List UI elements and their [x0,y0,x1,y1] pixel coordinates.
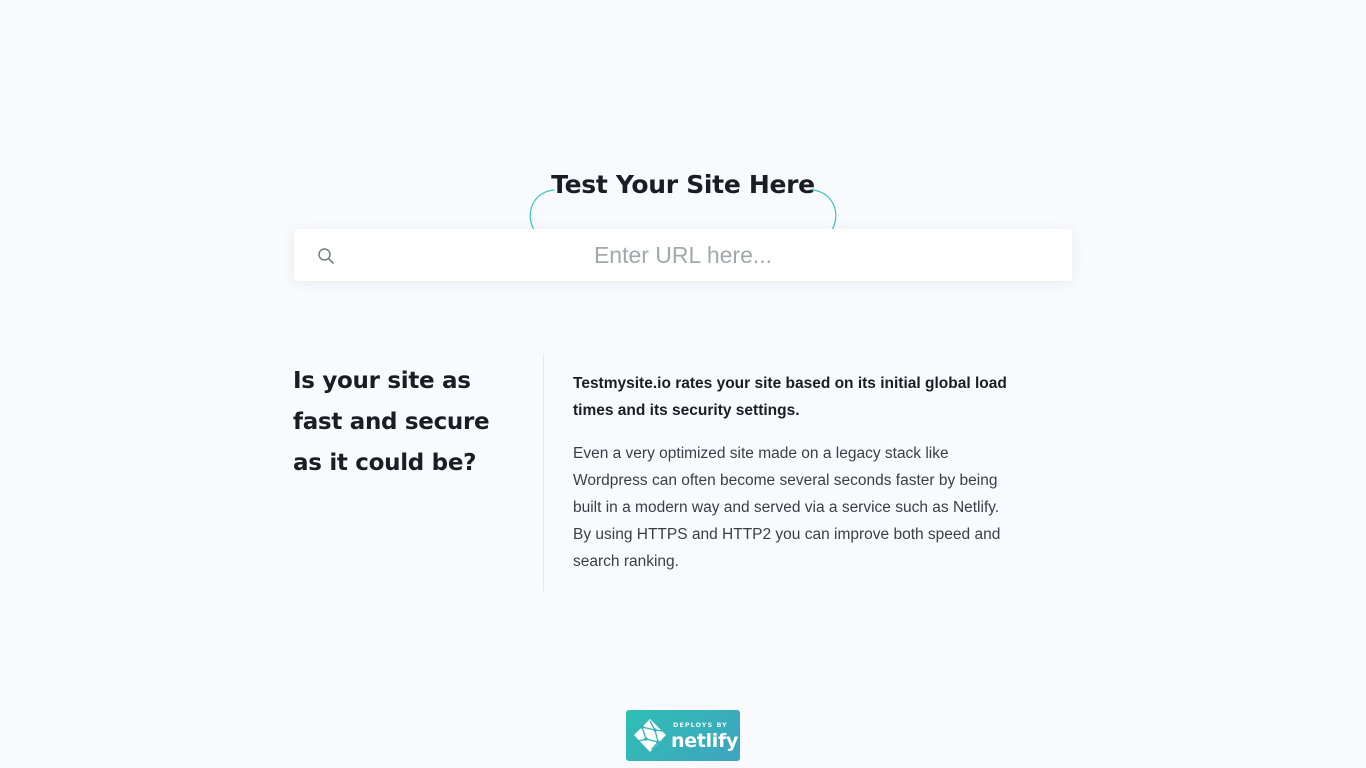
vertical-divider [543,354,544,591]
info-heading: Is your site as fast and secure as it co… [293,368,490,476]
info-body-text: Even a very optimized site made on a leg… [573,445,1001,570]
badge-brand-text: netlify [671,730,739,752]
page: Test Your Site Here Is your site as fast… [0,0,1366,768]
deploys-by-netlify-badge[interactable]: Deploys by netlify [626,710,740,761]
info-body: Testmysite.io rates your site based on i… [573,370,1013,575]
search-icon[interactable] [317,247,335,265]
info-lead-text: Testmysite.io rates your site based on i… [573,375,1007,419]
hero-title: Test Your Site Here [551,170,815,199]
url-input[interactable] [344,229,1022,281]
netlify-logo-icon [634,719,666,752]
search-box [294,229,1072,281]
badge-small-text: Deploys by [673,721,728,729]
